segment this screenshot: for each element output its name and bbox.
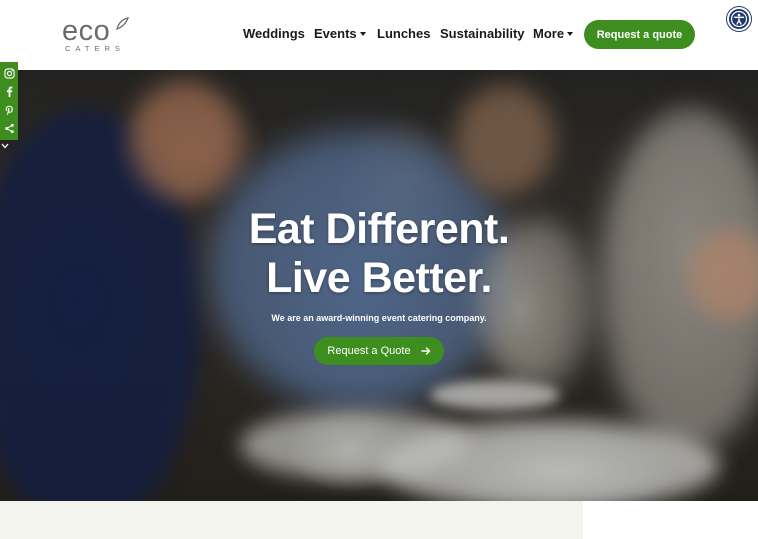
hero-title-line-2: Live Better. — [266, 254, 492, 302]
content-section — [0, 501, 758, 539]
arrow-right-icon — [420, 347, 430, 355]
nav-item-more[interactable]: More — [533, 26, 574, 41]
hero-subtitle: We are an award-winning event catering c… — [271, 313, 487, 323]
instagram-icon[interactable] — [2, 66, 16, 80]
hero-title-line-1: Eat Different. — [248, 205, 510, 253]
nav-label: Events — [314, 26, 357, 41]
site-header: eco CATERS Weddings Events Lunches Susta… — [0, 0, 758, 70]
nav-label: More — [533, 26, 565, 41]
accessibility-icon — [730, 10, 748, 28]
hero-section: Eat Different. Live Better. We are an aw… — [0, 70, 758, 501]
request-quote-button[interactable]: Request a quote — [584, 20, 695, 49]
chevron-down-icon[interactable] — [1, 142, 9, 150]
nav-item-weddings[interactable]: Weddings — [243, 26, 305, 41]
accessibility-button[interactable] — [727, 7, 751, 31]
nav-label: Lunches — [377, 26, 431, 41]
main-nav: Weddings Events Lunches Sustainability M… — [0, 0, 758, 70]
nav-item-events[interactable]: Events — [314, 26, 366, 41]
caret-down-icon — [567, 32, 574, 36]
caret-down-icon — [359, 32, 366, 36]
nav-label: Weddings — [243, 26, 305, 41]
hero-request-quote-button[interactable]: Request a Quote — [314, 337, 444, 365]
nav-label: Sustainability — [440, 26, 525, 41]
intro-panel — [0, 501, 583, 539]
share-icon[interactable] — [2, 122, 16, 136]
facebook-icon[interactable] — [2, 85, 16, 99]
nav-item-lunches[interactable]: Lunches — [377, 26, 430, 41]
social-share-bar — [0, 62, 18, 140]
pinterest-icon[interactable] — [2, 103, 16, 117]
nav-item-sustainability[interactable]: Sustainability — [440, 26, 525, 41]
hero-button-label: Request a Quote — [327, 345, 411, 357]
